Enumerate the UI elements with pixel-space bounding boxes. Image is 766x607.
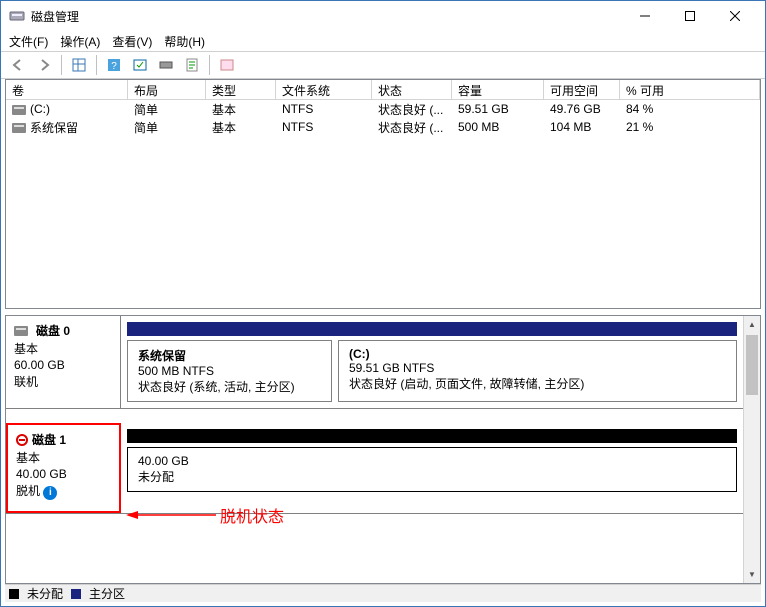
content-area: 卷 布局 类型 文件系统 状态 容量 可用空间 % 可用 (C:) 简单 基本 … <box>1 79 765 606</box>
menubar: 文件(F) 操作(A) 查看(V) 帮助(H) <box>1 31 765 51</box>
legend-swatch-unallocated <box>9 589 19 599</box>
table-view-icon[interactable] <box>68 54 90 76</box>
table-row[interactable]: (C:) 简单 基本 NTFS 状态良好 (... 59.51 GB 49.76… <box>6 100 760 118</box>
annotation-arrow: 脱机状态 <box>126 503 284 527</box>
table-row[interactable]: 系统保留 简单 基本 NTFS 状态良好 (... 500 MB 104 MB … <box>6 118 760 136</box>
cell-capacity: 59.51 GB <box>452 101 544 117</box>
annotation-text: 脱机状态 <box>220 503 284 527</box>
legend-label: 未分配 <box>27 585 63 602</box>
disk-graphical-view: 磁盘 0 基本 60.00 GB 联机 系统保留 500 MB NTFS 状态良… <box>5 315 761 584</box>
refresh-icon[interactable] <box>129 54 151 76</box>
titlebar[interactable]: 磁盘管理 <box>1 1 765 31</box>
cell-volume: (C:) <box>30 102 50 116</box>
partition-bar <box>127 429 737 443</box>
disk-type: 基本 <box>14 340 112 357</box>
partition-status: 状态良好 (系统, 活动, 主分区) <box>138 378 321 395</box>
partition-status: 未分配 <box>138 468 726 485</box>
disk-management-window: 磁盘管理 文件(F) 操作(A) 查看(V) 帮助(H) ? 卷 布局 类型 文… <box>0 0 766 607</box>
col-layout[interactable]: 布局 <box>128 80 206 99</box>
vertical-scrollbar[interactable]: ▲ ▼ <box>743 316 760 583</box>
disk-size: 40.00 GB <box>16 467 111 481</box>
disk-name: 磁盘 1 <box>32 431 66 448</box>
disk-row: 磁盘 1 基本 40.00 GB 脱机 i 40.00 GB 未分配 <box>6 423 743 514</box>
cell-status: 状态良好 (... <box>372 118 452 137</box>
cell-percent: 21 % <box>620 119 760 135</box>
scroll-down-icon[interactable]: ▼ <box>744 566 760 583</box>
col-volume[interactable]: 卷 <box>6 80 128 99</box>
col-free[interactable]: 可用空间 <box>544 80 620 99</box>
cell-fs: NTFS <box>276 101 372 117</box>
partition-title: 系统保留 <box>138 347 321 364</box>
disk-icon <box>14 326 28 336</box>
partition-size: 500 MB NTFS <box>138 364 321 378</box>
cell-percent: 84 % <box>620 101 760 117</box>
disk-info-side[interactable]: 磁盘 1 基本 40.00 GB 脱机 i <box>6 423 121 513</box>
volume-table: 卷 布局 类型 文件系统 状态 容量 可用空间 % 可用 (C:) 简单 基本 … <box>5 79 761 309</box>
drive-icon <box>12 105 26 115</box>
info-icon[interactable]: i <box>43 486 57 500</box>
disk-row: 磁盘 0 基本 60.00 GB 联机 系统保留 500 MB NTFS 状态良… <box>6 316 743 409</box>
menu-file[interactable]: 文件(F) <box>9 33 48 49</box>
menu-help[interactable]: 帮助(H) <box>164 33 205 49</box>
cell-capacity: 500 MB <box>452 119 544 135</box>
window-title: 磁盘管理 <box>31 8 622 25</box>
toolbar-separator <box>209 55 210 75</box>
cell-type: 基本 <box>206 100 276 119</box>
partition-bar <box>127 322 737 336</box>
legend: 未分配 主分区 <box>5 584 761 602</box>
error-icon <box>16 434 28 446</box>
toolbar: ? <box>1 51 765 79</box>
settings-icon[interactable] <box>216 54 238 76</box>
disk-state: 联机 <box>14 373 112 390</box>
partition-box[interactable]: (C:) 59.51 GB NTFS 状态良好 (启动, 页面文件, 故障转储,… <box>338 340 737 402</box>
col-status[interactable]: 状态 <box>372 80 452 99</box>
back-icon[interactable] <box>7 54 29 76</box>
cell-fs: NTFS <box>276 119 372 135</box>
close-button[interactable] <box>712 2 757 31</box>
toolbar-separator <box>61 55 62 75</box>
partition-size: 40.00 GB <box>138 454 726 468</box>
legend-label: 主分区 <box>89 585 125 602</box>
partition-size: 59.51 GB NTFS <box>349 361 726 375</box>
menu-view[interactable]: 查看(V) <box>112 33 152 49</box>
drive-icon <box>12 123 26 133</box>
partition-box[interactable]: 系统保留 500 MB NTFS 状态良好 (系统, 活动, 主分区) <box>127 340 332 402</box>
maximize-button[interactable] <box>667 2 712 31</box>
table-body: (C:) 简单 基本 NTFS 状态良好 (... 59.51 GB 49.76… <box>6 100 760 308</box>
partition-title: (C:) <box>349 347 726 361</box>
legend-swatch-primary <box>71 589 81 599</box>
col-filesystem[interactable]: 文件系统 <box>276 80 372 99</box>
cell-free: 104 MB <box>544 119 620 135</box>
disk-size: 60.00 GB <box>14 358 112 372</box>
scroll-thumb[interactable] <box>746 335 758 395</box>
disk-partitions: 系统保留 500 MB NTFS 状态良好 (系统, 活动, 主分区) (C:)… <box>121 316 743 408</box>
toolbar-separator <box>96 55 97 75</box>
disk-list-icon[interactable] <box>155 54 177 76</box>
col-type[interactable]: 类型 <box>206 80 276 99</box>
svg-text:?: ? <box>111 61 117 72</box>
disk-type: 基本 <box>16 449 111 466</box>
cell-layout: 简单 <box>128 118 206 137</box>
app-icon <box>9 8 25 24</box>
minimize-button[interactable] <box>622 2 667 31</box>
scroll-up-icon[interactable]: ▲ <box>744 316 760 333</box>
cell-layout: 简单 <box>128 100 206 119</box>
cell-status: 状态良好 (... <box>372 100 452 119</box>
col-percent[interactable]: % 可用 <box>620 80 760 99</box>
col-capacity[interactable]: 容量 <box>452 80 544 99</box>
cell-type: 基本 <box>206 118 276 137</box>
forward-icon[interactable] <box>33 54 55 76</box>
disk-name: 磁盘 0 <box>36 322 70 339</box>
help-icon[interactable]: ? <box>103 54 125 76</box>
disk-partitions: 40.00 GB 未分配 <box>121 423 743 513</box>
cell-free: 49.76 GB <box>544 101 620 117</box>
disk-state: 脱机 <box>16 484 40 498</box>
partition-status: 状态良好 (启动, 页面文件, 故障转储, 主分区) <box>349 375 726 392</box>
table-header: 卷 布局 类型 文件系统 状态 容量 可用空间 % 可用 <box>6 80 760 100</box>
cell-volume: 系统保留 <box>30 121 78 135</box>
menu-action[interactable]: 操作(A) <box>60 33 100 49</box>
partition-box[interactable]: 40.00 GB 未分配 <box>127 447 737 492</box>
disk-info-side[interactable]: 磁盘 0 基本 60.00 GB 联机 <box>6 316 121 408</box>
properties-icon[interactable] <box>181 54 203 76</box>
